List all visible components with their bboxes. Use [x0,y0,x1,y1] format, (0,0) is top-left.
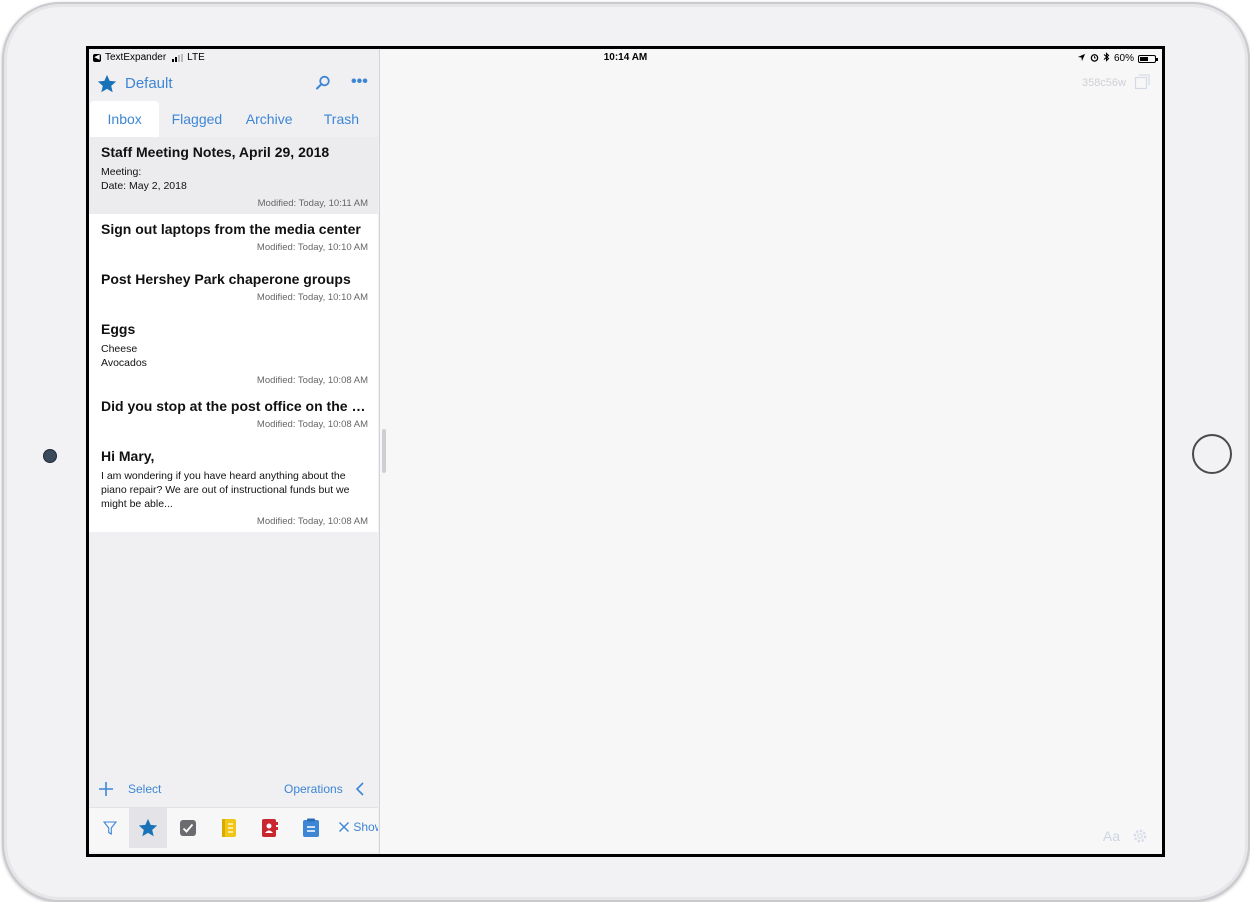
show-button[interactable]: Show [338,820,378,834]
tab-trash[interactable]: Trash [304,101,379,137]
note-title: Eggs [101,321,136,337]
chevron-left-icon[interactable] [355,781,365,797]
list-actions-bar: Select Operations [89,777,378,801]
status-bar: ◀ TextExpander LTE 10:14 AM 60% [89,49,1162,67]
notes-list: Staff Meeting Notes, April 29, 2018 Meet… [89,137,378,532]
app-window: ◀ TextExpander LTE 10:14 AM 60% Default … [89,49,1162,854]
star-icon[interactable] [96,73,118,95]
collection-title[interactable]: Default [125,75,173,92]
filter-button[interactable] [91,808,129,848]
notes-tab-button[interactable] [129,808,167,848]
note-title: Sign out laptops from the media center [101,221,361,237]
close-icon [339,822,349,832]
home-button[interactable] [1192,434,1232,474]
note-preview: Meeting: Date: May 2, 2018 [101,165,368,193]
star-icon [138,818,158,837]
note-item[interactable]: Staff Meeting Notes, April 29, 2018 Meet… [89,137,378,214]
note-item[interactable]: Post Hershey Park chaperone groups Modif… [89,264,378,314]
note-modified: Modified: Today, 10:10 AM [256,292,368,303]
show-label: Show [353,820,378,834]
checkbox-icon [180,820,196,836]
note-item[interactable]: Sign out laptops from the media center M… [89,214,378,264]
note-modified: Modified: Today, 10:08 AM [256,419,368,430]
editor-pane[interactable]: 358c56w Aa [380,49,1162,854]
clock: 10:14 AM [603,52,648,63]
note-title: Post Hershey Park chaperone groups [101,271,351,287]
font-settings-icon[interactable]: Aa [1103,828,1120,844]
add-icon[interactable] [98,781,114,797]
notebook-icon [222,819,236,837]
expand-icon[interactable] [1134,74,1150,90]
note-item[interactable]: Eggs Cheese Avocados Modified: Today, 10… [89,314,378,391]
battery-percent: 60% [1113,53,1134,64]
note-preview-line: I am wondering if you have heard anythin… [101,470,350,510]
clipboard-icon [303,818,319,837]
note-title: Did you stop at the post office on the w… [101,398,368,414]
note-preview-line: Date: May 2, 2018 [101,180,187,192]
tab-inbox[interactable]: Inbox [90,101,160,137]
search-icon[interactable] [315,75,331,91]
note-preview: Cheese Avocados [101,342,368,370]
alarm-icon [1090,53,1099,65]
note-id-label: 358c56w [1081,77,1126,89]
note-item[interactable]: Did you stop at the post office on the w… [89,391,378,441]
tasks-tab-button[interactable] [169,808,207,848]
more-icon[interactable]: ••• [351,74,369,91]
note-modified: Modified: Today, 10:08 AM [256,375,368,386]
camera [43,449,57,463]
note-modified: Modified: Today, 10:11 AM [257,198,368,209]
filter-icon [103,821,117,835]
tab-archive[interactable]: Archive [235,101,304,137]
select-button[interactable]: Select [128,782,161,796]
tab-flagged[interactable]: Flagged [159,101,234,137]
operations-button[interactable]: Operations [284,782,343,796]
notes-sidebar: Default ••• Inbox Flagged Archive Trash … [89,49,380,854]
gear-icon[interactable] [1132,828,1148,844]
lists-tab-button[interactable] [292,808,330,848]
note-modified: Modified: Today, 10:08 AM [256,516,368,527]
note-preview-line: Avocados [101,357,147,369]
bluetooth-icon [1103,52,1110,65]
note-modified: Modified: Today, 10:10 AM [256,242,368,253]
screen: ◀ TextExpander LTE 10:14 AM 60% Default … [86,46,1165,857]
note-preview: I am wondering if you have heard anythin… [101,469,368,511]
note-title: Staff Meeting Notes, April 29, 2018 [101,144,330,160]
note-preview-line: Cheese [101,343,138,355]
battery-icon [1138,54,1158,63]
address-book-icon [262,819,278,837]
status-right: 60% [1077,52,1158,65]
note-preview-line: Meeting: [101,166,142,178]
tab-bar: Inbox Flagged Archive Trash [89,101,379,137]
contacts-tab-button[interactable] [251,808,289,848]
note-item[interactable]: Hi Mary, I am wondering if you have hear… [89,441,378,532]
location-icon [1077,53,1086,65]
note-title: Hi Mary, [101,448,155,464]
tab-toolbar: Show [89,807,378,852]
notebook-tab-button[interactable] [210,808,248,848]
nav-header: Default ••• [89,71,379,101]
